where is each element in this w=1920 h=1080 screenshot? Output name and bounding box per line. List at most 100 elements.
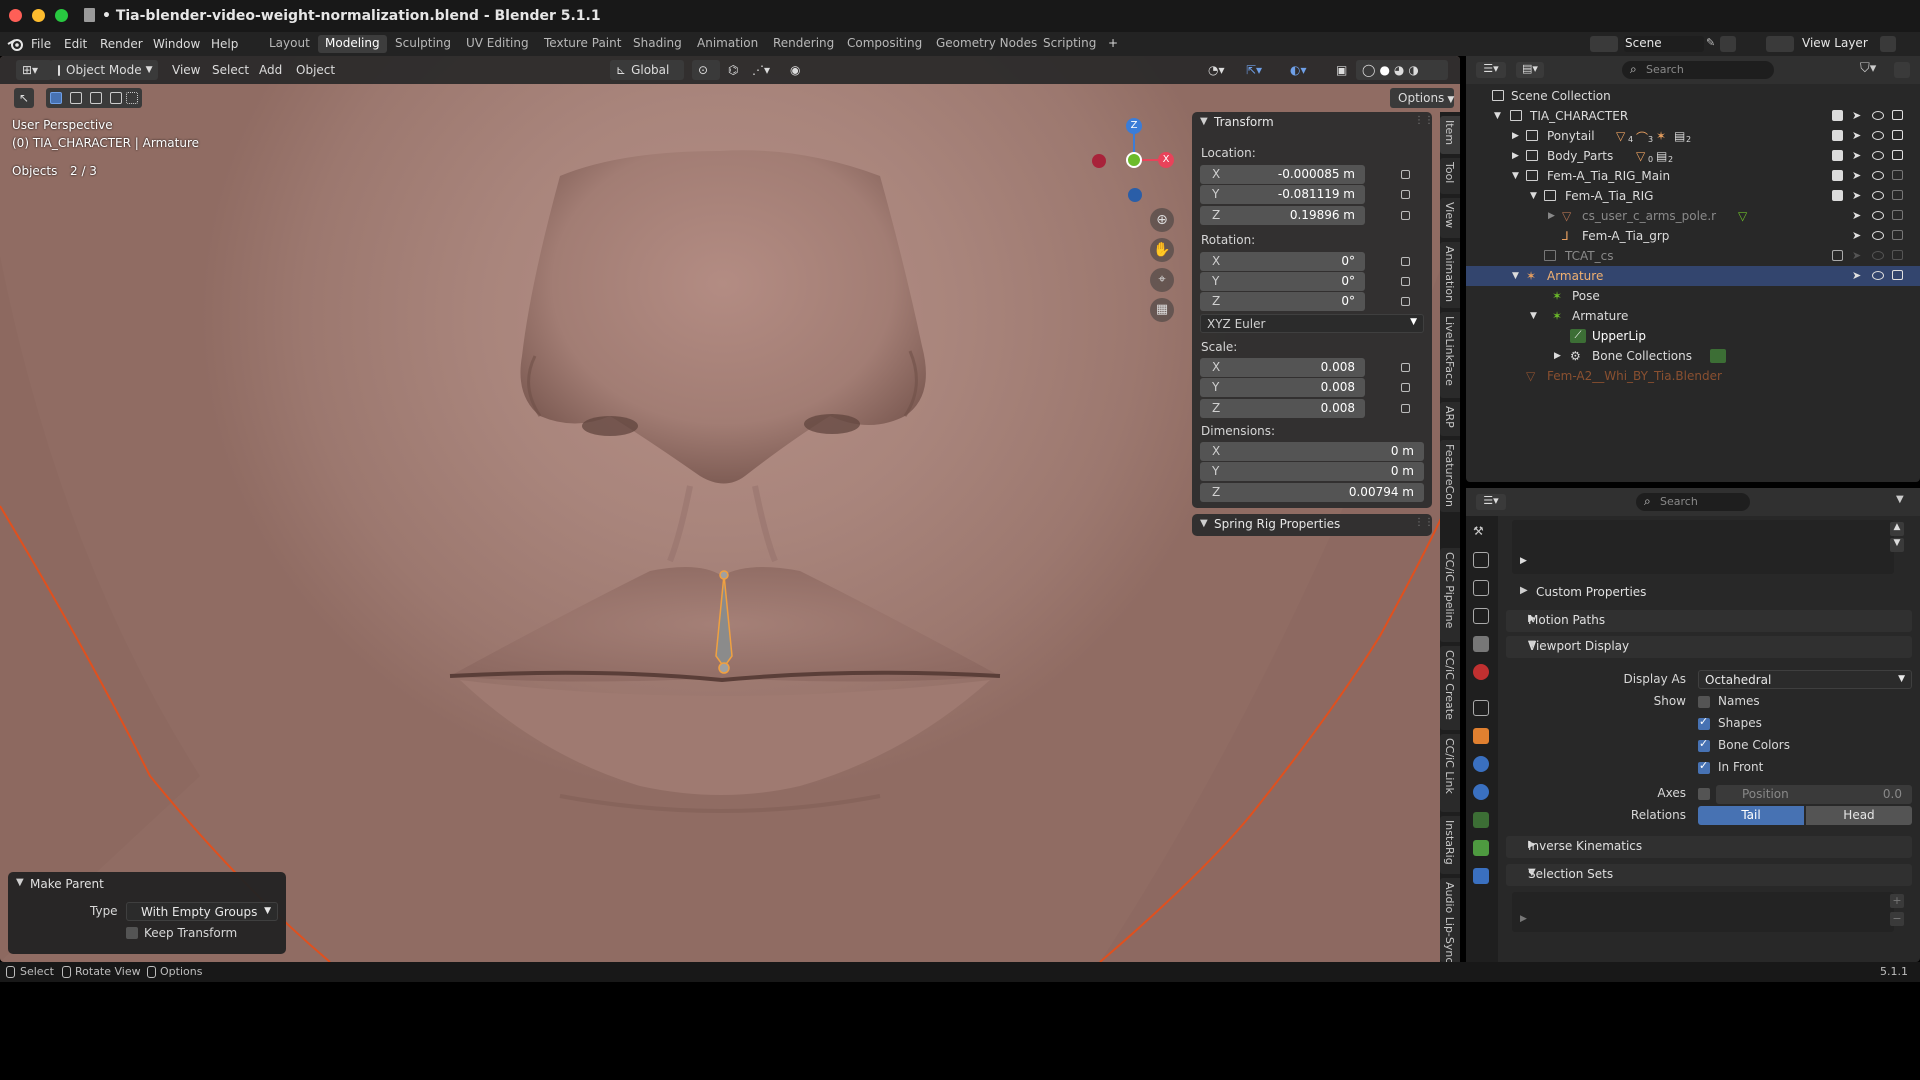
chevron-down-icon[interactable]: ▼ bbox=[1512, 271, 1519, 281]
lock-icon[interactable] bbox=[1401, 170, 1410, 179]
add-workspace-button[interactable]: + bbox=[1101, 35, 1125, 53]
lock-icon[interactable] bbox=[1401, 363, 1410, 372]
select-pointer-icon[interactable]: ➤ bbox=[1852, 249, 1861, 262]
select-pointer-icon[interactable]: ➤ bbox=[1852, 169, 1861, 182]
tab-featurecon[interactable]: FeatureCon bbox=[1440, 440, 1460, 512]
outliner-row-armature[interactable]: ▼ ✶ Armature ➤ bbox=[1466, 266, 1920, 286]
select-invert-icon[interactable] bbox=[110, 92, 122, 104]
camera-icon[interactable] bbox=[1892, 170, 1903, 180]
blender-logo-icon[interactable] bbox=[7, 37, 23, 51]
output-tab-icon[interactable] bbox=[1473, 580, 1489, 596]
eye-icon[interactable] bbox=[1872, 271, 1884, 280]
overlays-icon[interactable]: ◐▾ bbox=[1290, 60, 1307, 80]
pan-hand-icon[interactable]: ✋ bbox=[1150, 238, 1174, 262]
add-icon[interactable]: + bbox=[1890, 894, 1904, 908]
editor-type-icon[interactable]: ⊞▾ bbox=[16, 60, 52, 80]
outliner-row-tcat-cs[interactable]: TCAT_cs ➤ bbox=[1466, 246, 1920, 266]
bone-constraints-tab-icon[interactable] bbox=[1473, 868, 1489, 884]
in-front-checkbox[interactable] bbox=[1698, 759, 1710, 774]
view-layer-name[interactable]: View Layer bbox=[1802, 36, 1868, 50]
display-as-dropdown[interactable]: Octahedral ▼ bbox=[1698, 670, 1912, 689]
outliner-row-fem-a-tia-grp[interactable]: ⅃ Fem-A_Tia_grp ➤ bbox=[1466, 226, 1920, 246]
outliner-row-body-parts[interactable]: ▶ Body_Parts ▽ 0 ▤ 2 ➤ bbox=[1466, 146, 1920, 166]
outliner-row-tia-character[interactable]: ▼ TIA_CHARACTER ➤ bbox=[1466, 106, 1920, 126]
expand-triangle-icon[interactable]: ▶ bbox=[1520, 556, 1527, 566]
eye-icon[interactable] bbox=[1872, 211, 1884, 220]
chevron-down-icon[interactable]: ▼ bbox=[1494, 111, 1501, 121]
select-tool-icon[interactable]: ↖ bbox=[14, 88, 34, 108]
chevron-down-icon[interactable]: ▼ bbox=[1200, 116, 1208, 127]
new-view-layer-icon[interactable] bbox=[1880, 36, 1896, 52]
eye-icon[interactable] bbox=[1872, 151, 1884, 160]
rotation-y-field[interactable]: Y 0° bbox=[1200, 272, 1365, 291]
relations-tail-button[interactable]: Tail bbox=[1698, 806, 1804, 825]
minimize-window-button[interactable] bbox=[32, 9, 45, 22]
viewport-display-section[interactable]: ▼ Viewport Display bbox=[1506, 636, 1912, 658]
outliner-row-upperlip[interactable]: ⟋ UpperLip bbox=[1466, 326, 1920, 346]
camera-icon[interactable] bbox=[1892, 190, 1903, 200]
pin-icon[interactable]: ✎ bbox=[1706, 36, 1715, 49]
scene-selector-icon[interactable] bbox=[1590, 36, 1618, 52]
visibility-icon[interactable]: ◔▾ bbox=[1208, 60, 1225, 80]
drag-handle-icon[interactable]: ⋮⋮ bbox=[1414, 517, 1434, 528]
orthographic-grid-icon[interactable]: ▦ bbox=[1150, 298, 1174, 322]
tab-cc-create[interactable]: CC/iC Create bbox=[1440, 646, 1460, 730]
drag-handle-icon[interactable]: ⋮⋮ bbox=[1414, 115, 1434, 126]
new-scene-icon[interactable] bbox=[1720, 36, 1736, 52]
menu-window[interactable]: Window bbox=[153, 37, 200, 51]
exclude-checkbox[interactable] bbox=[1832, 130, 1843, 141]
object-tab-icon[interactable] bbox=[1473, 728, 1489, 744]
chevron-right-icon[interactable]: ▶ bbox=[1548, 211, 1555, 221]
gizmo-neg-x-axis[interactable] bbox=[1092, 154, 1106, 168]
select-pointer-icon[interactable]: ➤ bbox=[1852, 209, 1861, 222]
custom-properties-section[interactable]: ▶ Custom Properties bbox=[1506, 582, 1912, 604]
select-pointer-icon[interactable]: ➤ bbox=[1852, 149, 1861, 162]
tab-item[interactable]: Item bbox=[1440, 116, 1460, 154]
wireframe-shading-icon[interactable]: ◯ bbox=[1362, 63, 1375, 77]
chevron-down-icon[interactable]: ▼ bbox=[1530, 311, 1537, 321]
dimensions-x-field[interactable]: X 0 m bbox=[1200, 442, 1424, 461]
camera-icon[interactable] bbox=[1892, 270, 1903, 280]
eye-icon[interactable] bbox=[1872, 191, 1884, 200]
scroll-up-icon[interactable]: ▲ bbox=[1890, 522, 1904, 536]
xray-icon[interactable]: ▣ bbox=[1336, 60, 1347, 80]
new-collection-icon[interactable] bbox=[1894, 62, 1910, 78]
exclude-checkbox[interactable] bbox=[1832, 170, 1843, 181]
pivot-point-icon[interactable]: ⊙ bbox=[692, 60, 720, 80]
chevron-down-icon[interactable]: ▼ bbox=[1530, 191, 1537, 201]
material-shading-icon[interactable]: ◕ bbox=[1394, 63, 1404, 77]
tab-scripting[interactable]: Scripting bbox=[1036, 35, 1103, 53]
gizmo-y-axis[interactable] bbox=[1126, 152, 1142, 168]
shading-modes[interactable]: ◯ ● ◕ ◑ bbox=[1356, 60, 1448, 80]
rendered-shading-icon[interactable]: ◑ bbox=[1408, 63, 1418, 77]
rotation-x-field[interactable]: X 0° bbox=[1200, 252, 1365, 271]
outliner-row-fem-a2[interactable]: ▽ Fem-A2__Whi_BY_Tia.Blender bbox=[1466, 366, 1920, 386]
outliner-row-bone-collections[interactable]: ▶ ⚙ Bone Collections bbox=[1466, 346, 1920, 366]
location-z-field[interactable]: Z 0.19896 m bbox=[1200, 206, 1365, 225]
select-pointer-icon[interactable]: ➤ bbox=[1852, 129, 1861, 142]
tab-modeling[interactable]: Modeling bbox=[318, 35, 387, 53]
chevron-right-icon[interactable]: ▶ bbox=[1554, 351, 1561, 361]
camera-icon[interactable] bbox=[1892, 230, 1903, 240]
outliner-search-input[interactable]: ⌕ Search bbox=[1622, 61, 1774, 79]
filter-icon[interactable]: ⛉▾ bbox=[1860, 61, 1876, 76]
tab-audio-lip-sync[interactable]: Audio Lip-Sync bbox=[1440, 878, 1460, 962]
menu-object[interactable]: Object bbox=[296, 60, 335, 80]
scale-x-field[interactable]: X 0.008 bbox=[1200, 358, 1365, 377]
chevron-down-icon[interactable]: ▼ bbox=[16, 877, 24, 888]
lock-icon[interactable] bbox=[1401, 404, 1410, 413]
menu-select[interactable]: Select bbox=[212, 60, 249, 80]
tab-cc-link[interactable]: CC/iC Link bbox=[1440, 734, 1460, 812]
zoom-icon[interactable]: ⊕ bbox=[1150, 208, 1174, 232]
gizmo-neg-z-axis[interactable] bbox=[1128, 188, 1142, 202]
select-new-icon[interactable] bbox=[50, 92, 62, 104]
exclude-checkbox[interactable] bbox=[1832, 250, 1843, 261]
outliner-row-fem-a-tia-rig-main[interactable]: ▼ Fem-A_Tia_RIG_Main ➤ bbox=[1466, 166, 1920, 186]
tab-view[interactable]: View bbox=[1440, 198, 1460, 238]
chevron-right-icon[interactable]: ▶ bbox=[1512, 131, 1519, 141]
tab-compositing[interactable]: Compositing bbox=[840, 35, 929, 53]
relations-head-button[interactable]: Head bbox=[1806, 806, 1912, 825]
tab-shading[interactable]: Shading bbox=[626, 35, 689, 53]
eye-icon[interactable] bbox=[1872, 171, 1884, 180]
menu-add[interactable]: Add bbox=[259, 60, 282, 80]
